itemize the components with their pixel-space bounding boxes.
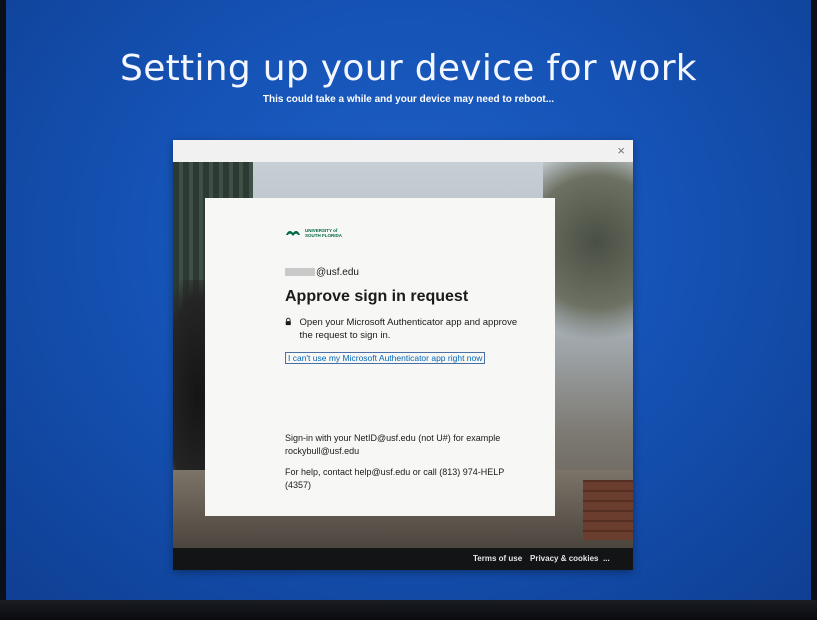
background-tree [543,162,633,362]
email-domain: @usf.edu [316,267,359,278]
account-email: @usf.edu [285,267,359,278]
dialog-title-bar: × [173,140,633,162]
page-subtitle: This could take a while and your device … [262,94,555,105]
lock-icon [285,317,291,326]
bull-horns-icon [286,230,300,236]
sign-in-card: UNIVERSITY of SOUTH FLORIDA @usf.edu App… [205,198,555,516]
card-title: Approve sign in request [285,288,469,305]
authenticator-instruction: Open your Microsoft Authenticator app an… [285,316,525,342]
oobe-screen: Setting up your device for work This cou… [6,0,811,600]
netid-info: Sign-in with your NetID@usf.edu (not U#)… [285,433,501,456]
help-info: For help, contact help@usf.edu or call (… [285,467,505,490]
cant-use-authenticator-link[interactable]: I can't use my Microsoft Authenticator a… [285,352,486,364]
sign-in-dialog: × UNIVERSITY of SOUTH FLORIDA @usf.edu A… [173,140,633,570]
more-options-button[interactable]: ... [603,554,610,563]
page-title: Setting up your device for work [120,48,697,89]
privacy-cookies-link[interactable]: Privacy & cookies [530,554,598,563]
terms-of-use-link[interactable]: Terms of use [473,554,522,563]
monitor-bezel [0,600,817,620]
close-icon[interactable]: × [617,143,625,158]
dialog-footer: Terms of use Privacy & cookies ... [173,548,633,570]
usf-logo: UNIVERSITY of SOUTH FLORIDA [285,228,342,238]
background-bricks [583,480,633,540]
logo-line-2: SOUTH FLORIDA [305,233,342,238]
redacted-username [285,268,315,277]
instruction-text: Open your Microsoft Authenticator app an… [299,317,518,341]
